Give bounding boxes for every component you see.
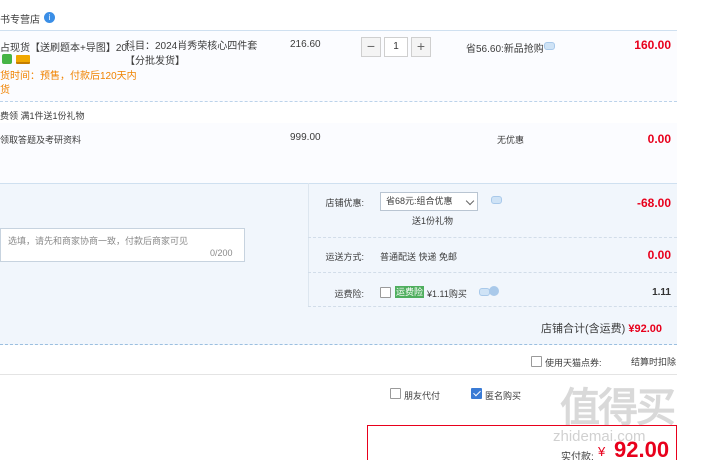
item-2-price: 999.00 (290, 132, 321, 143)
payment-currency: ¥ (598, 444, 606, 459)
gift-row: 费领 满1件送1份礼物 (0, 111, 85, 121)
promo-amount: -68.00 (636, 196, 671, 210)
points-label: 使用天猫点券: (545, 358, 602, 368)
item-2-subtotal: 0.00 (647, 132, 671, 146)
item-1-sku: 科目：2024肖秀荣核心四件套 【分批发货】 (125, 39, 257, 69)
item-1-delivery-note-2: 货 (0, 85, 10, 96)
item-2-title[interactable]: 领取答题及考研资料 (0, 133, 81, 146)
shop-total-label: 店铺合计(含运费) (541, 323, 626, 335)
anonymous-label: 匿名购买 (485, 391, 522, 401)
insurance-badge: 运费险 (395, 286, 425, 298)
service-green-icon (2, 54, 12, 64)
summary-divider (308, 306, 677, 307)
promo-gift: 送1份礼物 (412, 216, 454, 226)
points-checkbox[interactable] (531, 356, 542, 367)
chevron-down-icon (465, 196, 475, 206)
watermark-url: zhidemai.com (553, 428, 646, 445)
shipping-label: 运送方式: (325, 252, 364, 262)
shop-total: 店铺合计(含运费) ¥92.00 (541, 320, 662, 336)
item-1-save-text: 省56.60:新品抢购 (466, 44, 544, 55)
friend-pay-checkbox[interactable] (390, 388, 401, 399)
shipping-value: 普通配送 快递 免邮 (380, 252, 458, 262)
quantity-input[interactable]: 1 (384, 37, 408, 57)
summary-divider (308, 272, 677, 273)
shop-info-icon[interactable]: i (44, 12, 55, 23)
promo-label: 店铺优惠: (325, 198, 364, 208)
item-1-delivery-note: 货时间：预售，付款后120天内 (0, 71, 137, 82)
promo-select[interactable]: 省68元:组合优惠 (380, 192, 478, 211)
item-1-title[interactable]: 占现货【送刷题本+导图】20... (0, 39, 135, 54)
insurance-checkbox[interactable] (380, 287, 391, 298)
shop-total-value: ¥92.00 (628, 323, 663, 335)
friend-pay-label: 朋友代付 (404, 391, 441, 401)
shipping-amount: 0.00 (647, 248, 671, 262)
item-1-price: 216.60 (290, 39, 321, 50)
sku-line-2: 【分批发货】 (125, 56, 185, 67)
shop-header (0, 0, 702, 30)
item-1-subtotal: 160.00 (634, 38, 671, 52)
promo-select-value: 省68元:组合优惠 (386, 196, 453, 206)
insurance-amount: 1.11 (652, 287, 671, 298)
item-2-discount: 无优惠 (497, 135, 525, 145)
chat-bubble-icon[interactable] (544, 42, 555, 50)
quantity-minus-button[interactable]: − (361, 37, 381, 57)
anonymous-checkbox[interactable] (471, 388, 482, 399)
quantity-plus-button[interactable]: + (411, 37, 431, 57)
shop-name[interactable]: 书专营店 (0, 11, 40, 26)
payment-label: 实付款: (561, 452, 594, 460)
chat-bubble-icon[interactable] (491, 196, 502, 204)
summary-divider (308, 237, 677, 238)
remark-placeholder: 选填，请先和商家协商一致，付款后商家可见 (8, 236, 189, 246)
remark-char-count: 0/200 (210, 248, 233, 258)
points-deduct: 结算时扣除 (631, 357, 677, 367)
cart-item-2 (0, 123, 677, 183)
sku-line-1: 科目：2024肖秀荣核心四件套 (125, 41, 258, 52)
insurance-label: 运费险: (334, 289, 364, 299)
help-icon[interactable] (489, 286, 499, 296)
watermark-logo: 值得买 (560, 386, 676, 430)
insurance-value: ¥1.11购买 (427, 289, 467, 299)
credit-card-icon (16, 55, 30, 64)
